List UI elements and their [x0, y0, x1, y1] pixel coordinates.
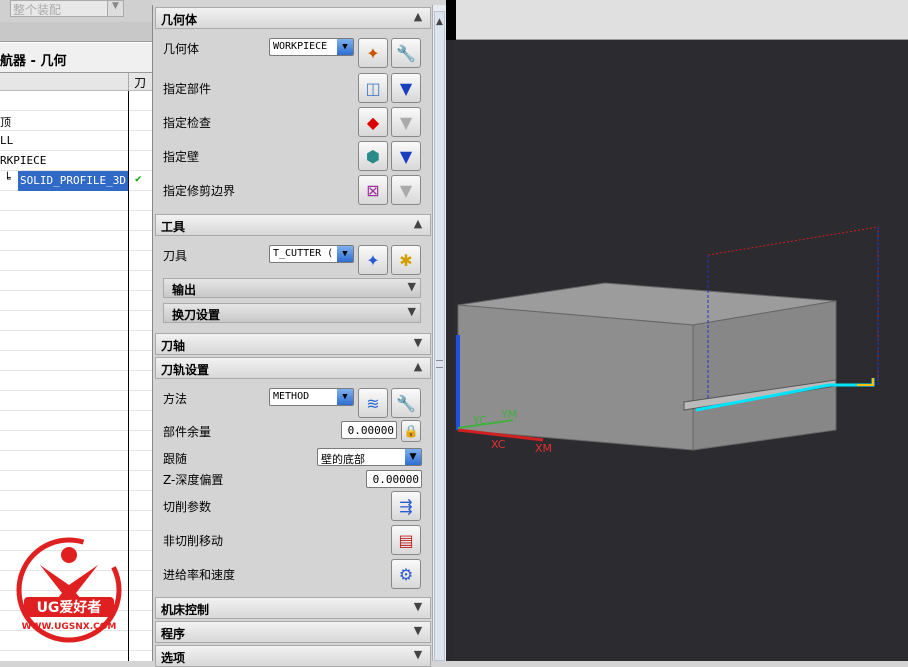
select-wall-button[interactable]: ⬢	[358, 141, 388, 171]
column-header: 刀	[0, 73, 152, 91]
tree-row[interactable]	[0, 91, 152, 111]
dialog-scrollbar[interactable]: ▲	[432, 5, 446, 661]
select-part-button[interactable]: ◫	[358, 73, 388, 103]
ugsnx-watermark-logo: UG爱好者 WWW.UGSNX.COM	[16, 537, 122, 643]
chevron-up-icon: ▲	[413, 360, 423, 373]
geometry-select[interactable]: WORKPIECE ▼	[269, 38, 354, 56]
operation-dialog: 几何体 ▲ 几何体 WORKPIECE ▼ ✦ 🔧 指定部件 ◫ ▼ 指定检查 ◆ …	[152, 5, 432, 667]
tree-row-selected[interactable]: ╘ SOLID_PROFILE_3D ✔	[0, 171, 152, 191]
cut-parameters-button[interactable]: ⇶	[391, 491, 421, 521]
navigator-title: 航器 - 几何	[0, 43, 152, 73]
edit-tool-button[interactable]: ✱	[391, 245, 421, 275]
flashlight-icon[interactable]: ▼	[391, 141, 421, 171]
chevron-up-icon[interactable]: ▲	[410, 10, 426, 26]
select-check-button[interactable]: ◆	[358, 107, 388, 137]
section-tool[interactable]: 工具 ▲	[155, 214, 431, 236]
toolbar-strip	[0, 22, 152, 42]
method-select[interactable]: METHOD ▼	[269, 388, 354, 406]
section-tool-axis[interactable]: 刀轴 ▼	[155, 333, 431, 355]
chevron-down-icon: ▼	[413, 336, 423, 349]
section-options[interactable]: 选项 ▼	[155, 645, 431, 667]
check-icon: ✔	[135, 172, 142, 185]
tree-row[interactable]: RKPIECE	[0, 151, 152, 171]
lock-icon[interactable]: 🔒	[401, 420, 421, 442]
feeds-speeds-button[interactable]: ⚙	[391, 559, 421, 589]
flashlight-icon: ▼	[391, 107, 421, 137]
chevron-down-icon[interactable]: ▼	[107, 1, 123, 16]
operation-icon: ╘	[4, 172, 11, 185]
xc-label: XC	[491, 438, 506, 451]
non-cutting-moves-button[interactable]: ▤	[391, 525, 421, 555]
chevron-down-icon: ▼	[413, 600, 423, 613]
z-depth-offset-input[interactable]: 0.00000	[366, 470, 422, 488]
edit-wrench-button[interactable]: 🔧	[391, 38, 421, 68]
new-geometry-button[interactable]: ✦	[358, 38, 388, 68]
new-tool-button[interactable]: ✦	[358, 245, 388, 275]
edit-method-button: 🔧	[391, 388, 421, 418]
svg-text:UG爱好者: UG爱好者	[37, 599, 102, 616]
section-machine-control[interactable]: 机床控制 ▼	[155, 597, 431, 619]
part-stock-input[interactable]: 0.00000	[341, 421, 397, 439]
chevron-up-icon: ▲	[436, 17, 443, 27]
subsection-tool-change[interactable]: 换刀设置 ▼	[163, 303, 421, 323]
xm-label: XM	[535, 442, 552, 455]
flashlight-icon: ▼	[391, 175, 421, 205]
tree-row[interactable]: LL	[0, 131, 152, 151]
model-view[interactable]: YC YM XC XM	[453, 0, 908, 661]
chevron-down-icon: ▼	[413, 648, 423, 661]
select-trim-button[interactable]: ⊠	[358, 175, 388, 205]
navigator-panel: 整个装配 ▼ 航器 - 几何 刀 顶 LL RKPIECE ╘ SOLID_PRO…	[0, 0, 152, 661]
chevron-up-icon: ▲	[413, 217, 423, 230]
ym-label: YM	[500, 408, 517, 421]
svg-text:WWW.UGSNX.COM: WWW.UGSNX.COM	[22, 622, 117, 632]
part-front-face	[457, 304, 694, 451]
section-program[interactable]: 程序 ▼	[155, 621, 431, 643]
section-path-settings[interactable]: 刀轨设置 ▲	[155, 357, 431, 379]
chevron-down-icon: ▼	[413, 624, 423, 637]
tool-select[interactable]: T_CUTTER (▼	[269, 245, 354, 263]
new-method-button[interactable]: ≋	[358, 388, 388, 418]
follow-select[interactable]: 壁的底部 ▼	[317, 448, 422, 466]
chevron-down-icon: ▼	[407, 305, 416, 318]
part-right-face	[692, 300, 837, 451]
assembly-combo[interactable]: 整个装配 ▼	[10, 0, 124, 17]
section-geometry[interactable]: 几何体 ▲	[155, 7, 431, 29]
chevron-down-icon: ▼	[407, 280, 416, 293]
tree-row[interactable]: 顶	[0, 111, 152, 131]
toolbar: 整个装配 ▼	[0, 0, 152, 22]
subsection-output[interactable]: 输出 ▼	[163, 278, 421, 298]
flashlight-icon[interactable]: ▼	[391, 73, 421, 103]
yc-label: YC	[472, 414, 487, 427]
